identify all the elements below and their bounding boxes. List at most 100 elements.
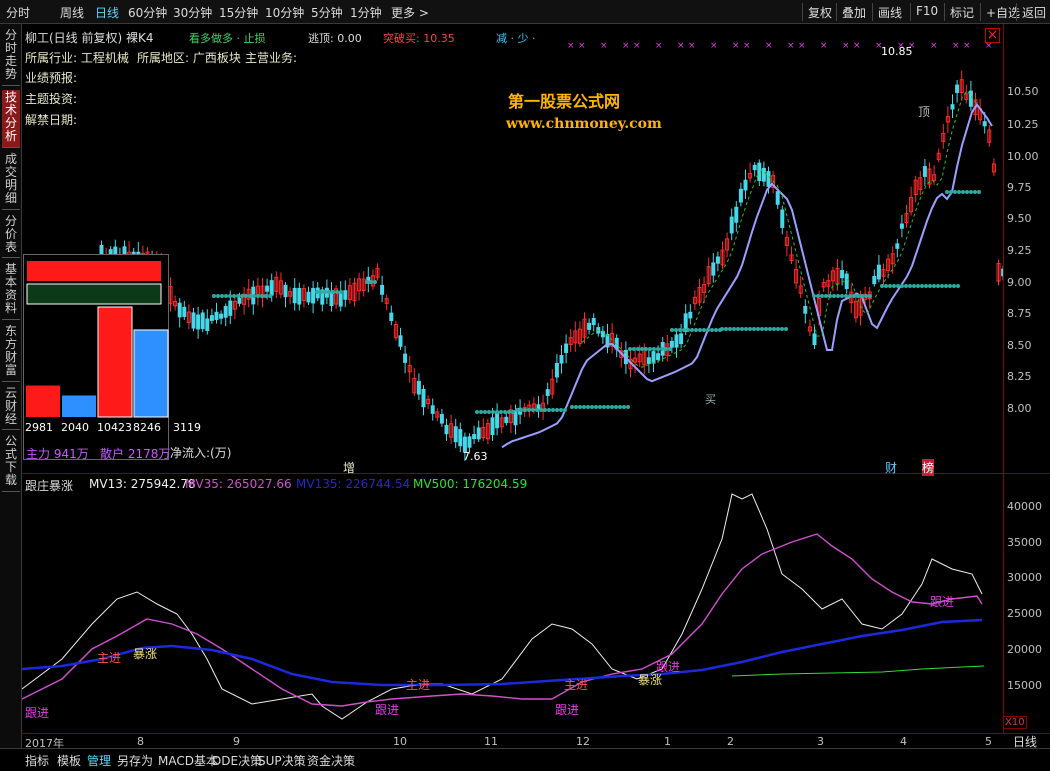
support-dot <box>768 327 772 331</box>
sidebar-tab-technical[interactable]: 技术分析 <box>2 90 20 148</box>
fuquan-button[interactable]: 复权 <box>802 3 837 21</box>
candle-body <box>591 317 596 326</box>
candle-body <box>265 285 270 292</box>
tab-dde[interactable]: DDE决策 <box>212 752 262 769</box>
back-button[interactable]: 返回 <box>1016 3 1050 21</box>
mv135-label: MV135: 226744.54 <box>296 477 411 491</box>
period-weekly[interactable]: 周线 <box>60 4 84 21</box>
support-dot <box>491 410 495 414</box>
support-dot <box>977 190 981 194</box>
period-15min[interactable]: 15分钟 <box>219 4 258 21</box>
price-tick: 8.25 <box>1007 370 1032 383</box>
time-tick: 2 <box>727 735 734 748</box>
tab-template[interactable]: 模板 <box>57 752 81 769</box>
period-30min[interactable]: 30分钟 <box>173 4 212 21</box>
candle-body <box>1001 268 1003 277</box>
period-fenshi[interactable]: 分时 <box>6 4 30 21</box>
ma-line-dashed <box>581 89 978 368</box>
top-marker: × <box>677 41 685 51</box>
candle-body <box>343 290 348 300</box>
candle-body <box>646 357 651 364</box>
close-icon[interactable]: × <box>985 28 1000 43</box>
support-dot <box>527 408 531 412</box>
support-dot <box>784 327 788 331</box>
support-dot <box>660 347 664 351</box>
support-dot <box>864 294 868 298</box>
candle-body <box>311 288 316 304</box>
indicator-line <box>731 665 985 677</box>
sidebar-tab-formula[interactable]: 公式下载 <box>2 434 20 492</box>
candle-body <box>380 284 385 295</box>
candle-body <box>743 179 748 191</box>
tab-macd[interactable]: MACD基本 <box>158 752 218 769</box>
price-tick: 8.50 <box>1007 339 1032 352</box>
support-dot <box>756 327 760 331</box>
support-dot <box>776 327 780 331</box>
support-dot <box>944 284 948 288</box>
draw-line-button[interactable]: 画线 <box>872 3 907 21</box>
tab-sup[interactable]: SUP决策 <box>258 752 306 769</box>
support-dot <box>772 327 776 331</box>
candle-body <box>656 353 661 361</box>
sidebar-tab-price[interactable]: 分价表 <box>2 214 20 258</box>
support-dot <box>856 294 860 298</box>
support-dot <box>220 294 224 298</box>
candle-body <box>458 429 463 447</box>
candle-body <box>899 223 904 229</box>
signal-genjin: 跟进 <box>25 706 50 720</box>
mark-button[interactable]: 标记 <box>944 3 979 21</box>
flow-value: 3119 <box>173 421 201 434</box>
support-dot <box>256 294 260 298</box>
top-marker: × <box>710 41 718 51</box>
sidebar-tab-yuncaijing[interactable]: 云财经 <box>2 386 20 430</box>
top-marker: × <box>655 41 663 51</box>
overlay-button[interactable]: 叠加 <box>836 3 871 21</box>
support-dot <box>555 408 559 412</box>
sidebar-tab-fenshi[interactable]: 分时走势 <box>2 28 20 86</box>
indicator-tick: 25000 <box>1007 607 1042 620</box>
outflow-bar <box>26 283 162 305</box>
support-dot <box>961 190 965 194</box>
support-dot <box>640 347 644 351</box>
tab-capital[interactable]: 资金决策 <box>307 752 355 769</box>
period-1min[interactable]: 1分钟 <box>350 4 382 21</box>
time-tick: 4 <box>900 735 907 748</box>
indicator-chart[interactable] <box>22 474 1003 733</box>
support-dot <box>840 294 844 298</box>
support-dot <box>519 408 523 412</box>
period-60min[interactable]: 60分钟 <box>128 4 167 21</box>
period-5min[interactable]: 5分钟 <box>311 4 343 21</box>
support-dot <box>515 408 519 412</box>
period-10min[interactable]: 10分钟 <box>265 4 304 21</box>
signal-genjin: 跟进 <box>930 595 955 609</box>
low-price-label: 7.63 <box>463 450 488 463</box>
candle-body <box>587 322 592 330</box>
tab-save-as[interactable]: 另存为 <box>117 752 153 769</box>
candle-body <box>495 412 500 429</box>
support-dot <box>563 408 567 412</box>
cai-marker: 财 <box>885 461 898 475</box>
top-signal-label: 顶 <box>918 105 931 119</box>
sidebar-tab-eastmoney[interactable]: 东方财富 <box>2 324 20 382</box>
period-more[interactable]: 更多 > <box>391 4 429 21</box>
sidebar-tab-fundamentals[interactable]: 基本资料 <box>2 262 20 320</box>
support-dot <box>928 284 932 288</box>
sidebar-tab-trades[interactable]: 成交明细 <box>2 152 20 210</box>
support-dot <box>523 408 527 412</box>
f10-button[interactable]: F10 <box>910 3 943 21</box>
indicator-line <box>22 618 983 687</box>
support-dot <box>748 327 752 331</box>
period-daily[interactable]: 日线 <box>95 4 119 21</box>
tab-indicator[interactable]: 指标 <box>25 752 49 769</box>
support-dot <box>884 284 888 288</box>
support-dot <box>479 410 483 414</box>
net-inflow-label: 净流入:(万) <box>170 446 232 460</box>
tab-manage[interactable]: 管理 <box>87 752 111 769</box>
time-axis-line <box>22 733 1050 734</box>
candle-body <box>237 297 242 304</box>
signal-zhujin: 主进 <box>97 651 122 665</box>
support-dot <box>236 294 240 298</box>
candle-body <box>329 292 334 306</box>
support-dot <box>606 405 610 409</box>
support-dot <box>582 405 586 409</box>
